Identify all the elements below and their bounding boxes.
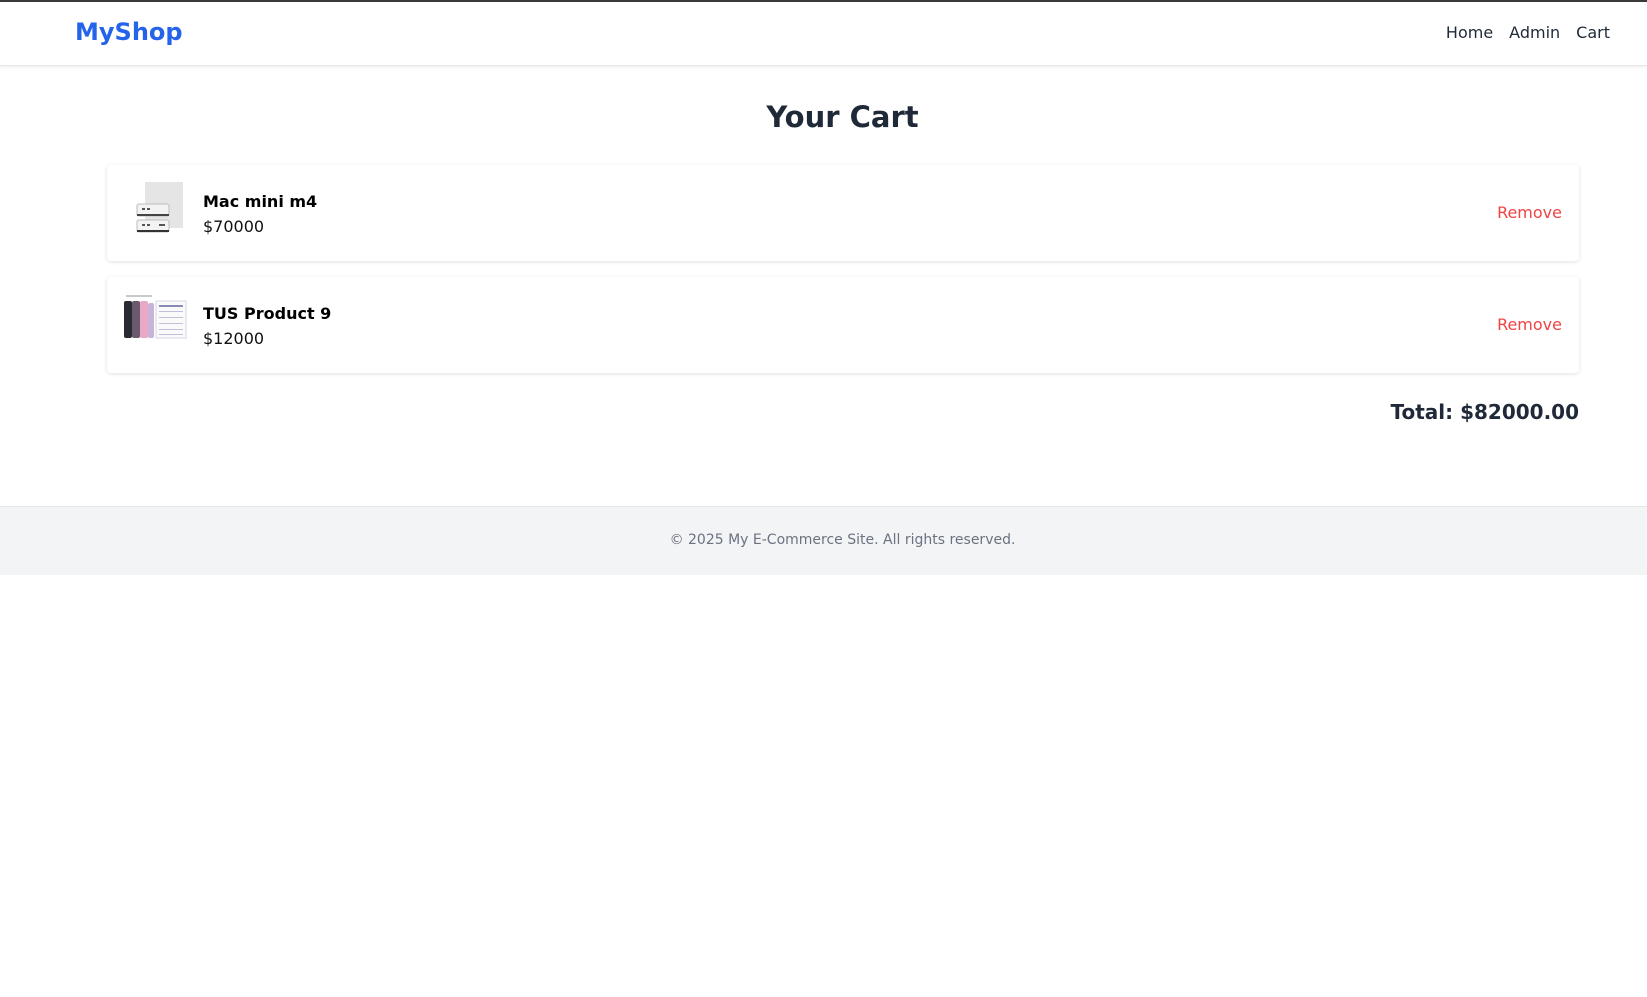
main-nav: Home Admin Cart — [1446, 23, 1610, 42]
nav-cart-link[interactable]: Cart — [1576, 23, 1610, 42]
cart-item: TUS Product 9 $12000 Remove — [107, 277, 1579, 373]
item-price: $70000 — [203, 217, 265, 236]
item-price: $12000 — [203, 329, 265, 348]
footer-copyright: © 2025 My E-Commerce Site. All rights re… — [669, 532, 1016, 548]
item-name: TUS Product 9 — [203, 304, 332, 323]
cart-total: Total: $82000.00 — [1390, 400, 1579, 424]
remove-button[interactable]: Remove — [1497, 315, 1562, 334]
cart-item: Mac mini m4 $70000 Remove — [107, 165, 1579, 261]
nav-admin-link[interactable]: Admin — [1509, 23, 1560, 42]
site-logo[interactable]: MyShop — [75, 18, 183, 46]
mac-mini-image — [123, 181, 187, 245]
phone-product-image — [123, 293, 187, 357]
nav-home-link[interactable]: Home — [1446, 23, 1493, 42]
site-header: MyShop Home Admin Cart — [0, 2, 1647, 66]
remove-button[interactable]: Remove — [1497, 203, 1562, 222]
site-footer: © 2025 My E-Commerce Site. All rights re… — [0, 506, 1647, 575]
page-title: Your Cart — [766, 100, 919, 134]
item-name: Mac mini m4 — [203, 192, 318, 211]
